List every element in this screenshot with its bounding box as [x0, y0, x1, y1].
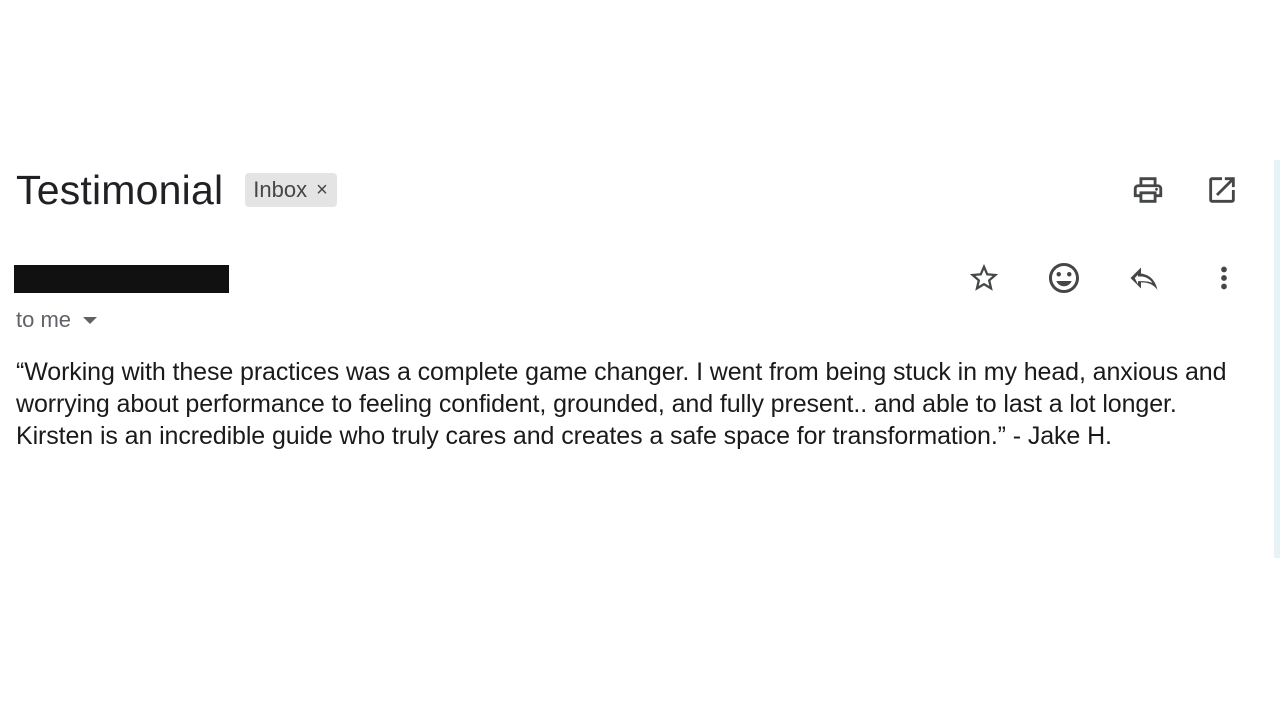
recipient-details-toggle[interactable]: to me [16, 306, 98, 334]
reply-button[interactable] [1126, 260, 1162, 296]
reply-icon [1130, 267, 1158, 290]
email-subject: Testimonial [16, 166, 224, 213]
print-icon [1133, 177, 1163, 203]
subject-row: Testimonial Inbox × [16, 164, 337, 216]
more-options-button[interactable] [1206, 260, 1242, 296]
remove-label-icon[interactable]: × [316, 179, 328, 202]
star-icon [969, 263, 999, 291]
add-reaction-button[interactable] [1046, 260, 1082, 296]
star-button[interactable] [966, 260, 1002, 296]
more-vert-icon [1221, 266, 1227, 290]
chevron-down-icon [83, 316, 98, 324]
open-in-new-window-button[interactable] [1204, 172, 1240, 208]
label-chip-text: Inbox [253, 177, 308, 202]
email-view: Testimonial Inbox × to me “Working with … [0, 0, 1280, 720]
side-panel-edge [1274, 160, 1280, 558]
recipient-text: to me [16, 307, 72, 332]
thread-actions [1130, 172, 1240, 208]
email-body: “Working with these practices was a comp… [16, 358, 1227, 450]
label-chip-inbox[interactable]: Inbox × [245, 173, 337, 207]
print-button[interactable] [1130, 172, 1166, 208]
emoji-reaction-icon [1049, 263, 1079, 293]
open-in-new-window-icon [1209, 177, 1235, 203]
sender-name-redacted [14, 265, 229, 293]
message-actions [966, 260, 1242, 296]
